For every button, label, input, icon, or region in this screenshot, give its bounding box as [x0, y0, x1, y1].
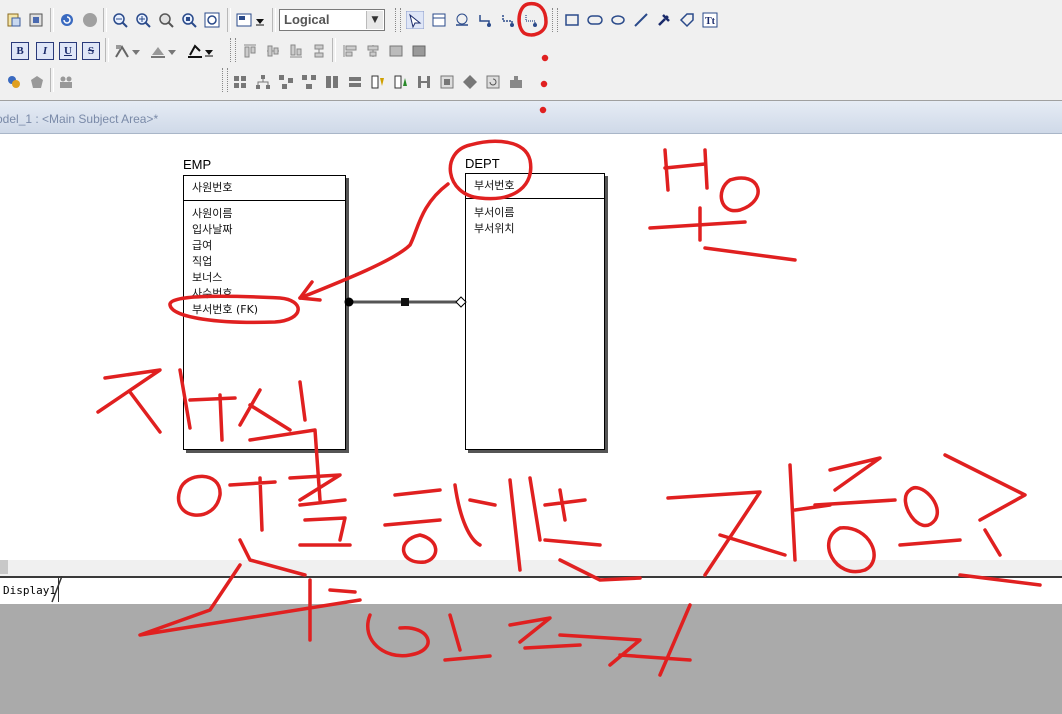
handwritten-annotation-overlay — [96, 1, 1042, 677]
annotation-word-created — [138, 563, 692, 677]
annotation-dot — [539, 106, 547, 114]
annotation-word-parent — [648, 148, 797, 262]
highlight-oval-fk — [168, 294, 300, 325]
annotation-dot — [541, 54, 549, 62]
annotation-dot — [540, 80, 548, 88]
annotation-word-automatically — [666, 453, 1042, 587]
annotation-arrow — [298, 182, 450, 300]
highlight-circle-tool — [517, 1, 548, 37]
highlight-circle-dept-key — [448, 139, 533, 201]
annotation-word-connect — [176, 473, 642, 582]
annotation-word-child — [96, 368, 322, 502]
